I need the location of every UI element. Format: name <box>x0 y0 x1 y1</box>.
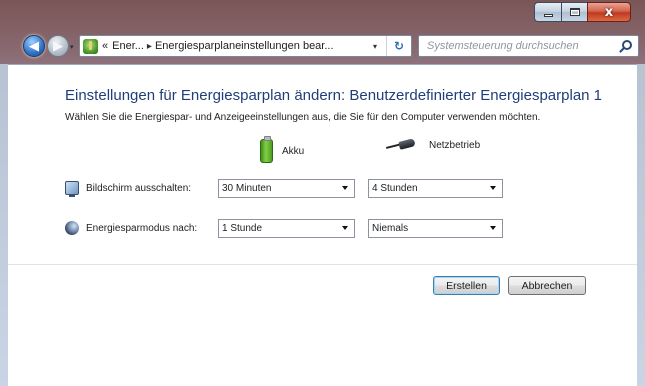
display-off-plugged-select[interactable]: 4 Stunden <box>368 179 503 198</box>
caption-buttons: x <box>534 2 631 22</box>
plugged-in-column-label: Netzbetrieb <box>429 139 481 151</box>
search-box[interactable] <box>418 35 639 57</box>
display-off-battery-select[interactable]: 30 Minuten <box>218 179 355 198</box>
content-pane: Einstellungen für Energiesparplan ändern… <box>8 64 637 386</box>
minimize-button[interactable] <box>534 2 561 22</box>
cancel-button[interactable]: Abbrechen <box>508 276 586 295</box>
window-frame-right <box>637 64 645 386</box>
breadcrumb-item-energy[interactable]: Ener... <box>112 40 144 52</box>
sleep-label: Energiesparmodus nach: <box>86 222 198 234</box>
control-panel-icon <box>83 38 98 54</box>
create-button[interactable]: Erstellen <box>433 276 500 295</box>
display-off-row: Bildschirm ausschalten: <box>65 178 191 198</box>
divider <box>8 264 637 265</box>
recent-pages-button[interactable]: ▾ <box>70 43 74 51</box>
control-panel-window: x ◀ ▶ ▾ « Ener... ▸ Energiesparplaneinst… <box>0 0 645 386</box>
page-description: Wählen Sie die Energiespar- und Anzeigee… <box>65 112 541 123</box>
breadcrumb-chevron-icon[interactable]: ▸ <box>147 41 152 52</box>
maximize-button[interactable] <box>561 2 587 22</box>
moon-icon <box>65 221 79 235</box>
chevron-down-icon[interactable] <box>342 226 348 230</box>
close-button[interactable]: x <box>587 2 631 22</box>
display-off-label: Bildschirm ausschalten: <box>86 182 192 194</box>
close-icon: x <box>604 4 614 20</box>
power-plug-icon <box>386 139 420 151</box>
sleep-battery-select[interactable]: 1 Stunde <box>218 219 355 238</box>
plugged-in-column-header: Netzbetrieb <box>386 139 480 151</box>
page-title: Einstellungen für Energiesparplan ändern… <box>65 87 603 104</box>
maximize-icon <box>569 8 580 16</box>
display-off-battery-value: 30 Minuten <box>222 183 272 194</box>
navigation-bar: ◀ ▶ ▾ « Ener... ▸ Energiesparplaneinstel… <box>0 28 645 62</box>
address-bar[interactable]: « Ener... ▸ Energiesparplaneinstellungen… <box>79 35 412 57</box>
chevron-down-icon[interactable] <box>490 226 496 230</box>
sleep-battery-value: 1 Stunde <box>222 223 263 234</box>
chevron-down-icon[interactable] <box>342 186 348 190</box>
battery-icon <box>260 136 273 163</box>
breadcrumb-item-plan-settings[interactable]: Energiesparplaneinstellungen bear... <box>155 40 334 52</box>
sleep-plugged-select[interactable]: Niemals <box>368 219 503 238</box>
search-icon[interactable] <box>622 40 632 50</box>
window-frame-left <box>0 64 8 386</box>
breadcrumb-overflow[interactable]: « <box>102 40 108 52</box>
monitor-icon <box>65 181 79 197</box>
sleep-plugged-value: Niemals <box>372 223 409 234</box>
search-input[interactable] <box>427 40 617 52</box>
battery-column-label: Akku <box>282 145 305 157</box>
address-dropdown-button[interactable]: ▾ <box>368 36 382 56</box>
display-off-plugged-value: 4 Stunden <box>372 183 418 194</box>
battery-column-header: Akku <box>260 136 305 163</box>
forward-arrow-icon: ▶ <box>53 38 63 53</box>
forward-button[interactable]: ▶ <box>47 35 69 57</box>
sleep-row: Energiesparmodus nach: <box>65 218 197 238</box>
back-button[interactable]: ◀ <box>23 35 45 57</box>
back-arrow-icon: ◀ <box>29 38 39 53</box>
chevron-down-icon[interactable] <box>490 186 496 190</box>
refresh-button[interactable]: ↻ <box>386 36 411 56</box>
minimize-icon <box>543 14 553 17</box>
